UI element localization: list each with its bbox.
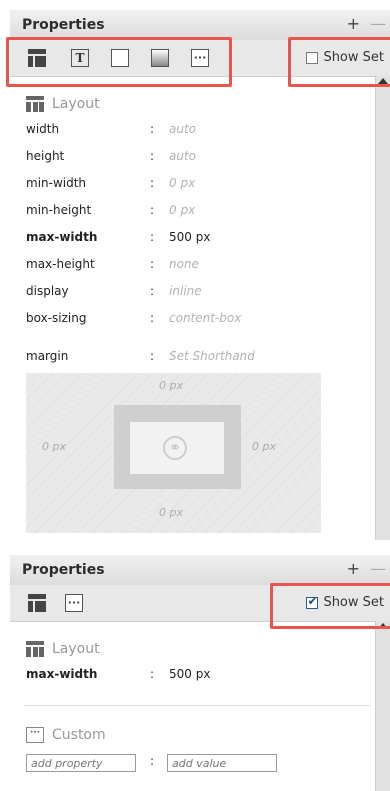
property-value[interactable]: 0 px (169, 174, 195, 192)
property-name: min-height (26, 203, 92, 217)
property-name: margin (26, 349, 69, 363)
minimize-icon[interactable]: — (370, 559, 386, 578)
layout-icon[interactable] (28, 594, 46, 612)
toolbar-highlight (6, 37, 232, 87)
custom-section-icon: ··· (26, 727, 44, 743)
layout-section-icon (26, 641, 44, 657)
property-name: display (26, 284, 69, 298)
margin-top-value[interactable]: 0 px (159, 379, 183, 392)
property-value[interactable]: auto (169, 120, 196, 138)
link-icon[interactable]: ⚭ (163, 436, 187, 460)
panel-title: Properties (22, 17, 105, 33)
add-icon[interactable]: + (347, 14, 360, 33)
add-icon[interactable]: + (347, 559, 360, 578)
layout-section-icon (26, 96, 44, 112)
property-name: box-sizing (26, 311, 87, 325)
property-value[interactable]: none (169, 255, 199, 273)
property-name: max-width (26, 667, 98, 681)
property-value[interactable]: 0 px (169, 201, 195, 219)
scrollbar[interactable] (375, 621, 390, 791)
margin-shorthand-value[interactable]: Set Shorthand (169, 347, 255, 365)
add-property-input[interactable] (26, 754, 136, 772)
show-set-highlight (288, 37, 390, 87)
add-value-input[interactable] (167, 754, 277, 772)
property-name: width (26, 122, 60, 136)
panel-title: Properties (22, 562, 105, 578)
show-set-highlight (270, 583, 390, 629)
property-value[interactable]: auto (169, 147, 196, 165)
scrollbar[interactable] (375, 76, 390, 540)
custom-icon[interactable]: ··· (65, 594, 83, 612)
property-name: min-width (26, 176, 87, 190)
margin-left-value[interactable]: 0 px (42, 440, 66, 453)
box-model-diagram: 0 px 0 px 0 px ⚭ 0 px (26, 373, 321, 533)
property-value[interactable]: 500 px (169, 228, 210, 246)
divider (24, 705, 370, 706)
properties-panel-top: Properties + — T ··· Show Set Layout widt… (10, 10, 390, 540)
margin-bottom-value[interactable]: 0 px (159, 506, 183, 519)
property-name: max-width (26, 230, 98, 244)
property-name: height (26, 149, 65, 163)
custom-section-title[interactable]: ··· Custom (26, 727, 106, 743)
minimize-icon[interactable]: — (370, 14, 386, 33)
margin-right-value[interactable]: 0 px (252, 440, 276, 453)
panel-header: Properties + — (10, 555, 390, 586)
property-value[interactable]: inline (169, 282, 202, 300)
property-value[interactable]: content-box (169, 309, 241, 327)
layout-section-title[interactable]: Layout (26, 641, 100, 657)
property-name: max-height (26, 257, 95, 271)
property-value[interactable]: 500 px (169, 665, 210, 683)
layout-section-title[interactable]: Layout (26, 96, 100, 112)
